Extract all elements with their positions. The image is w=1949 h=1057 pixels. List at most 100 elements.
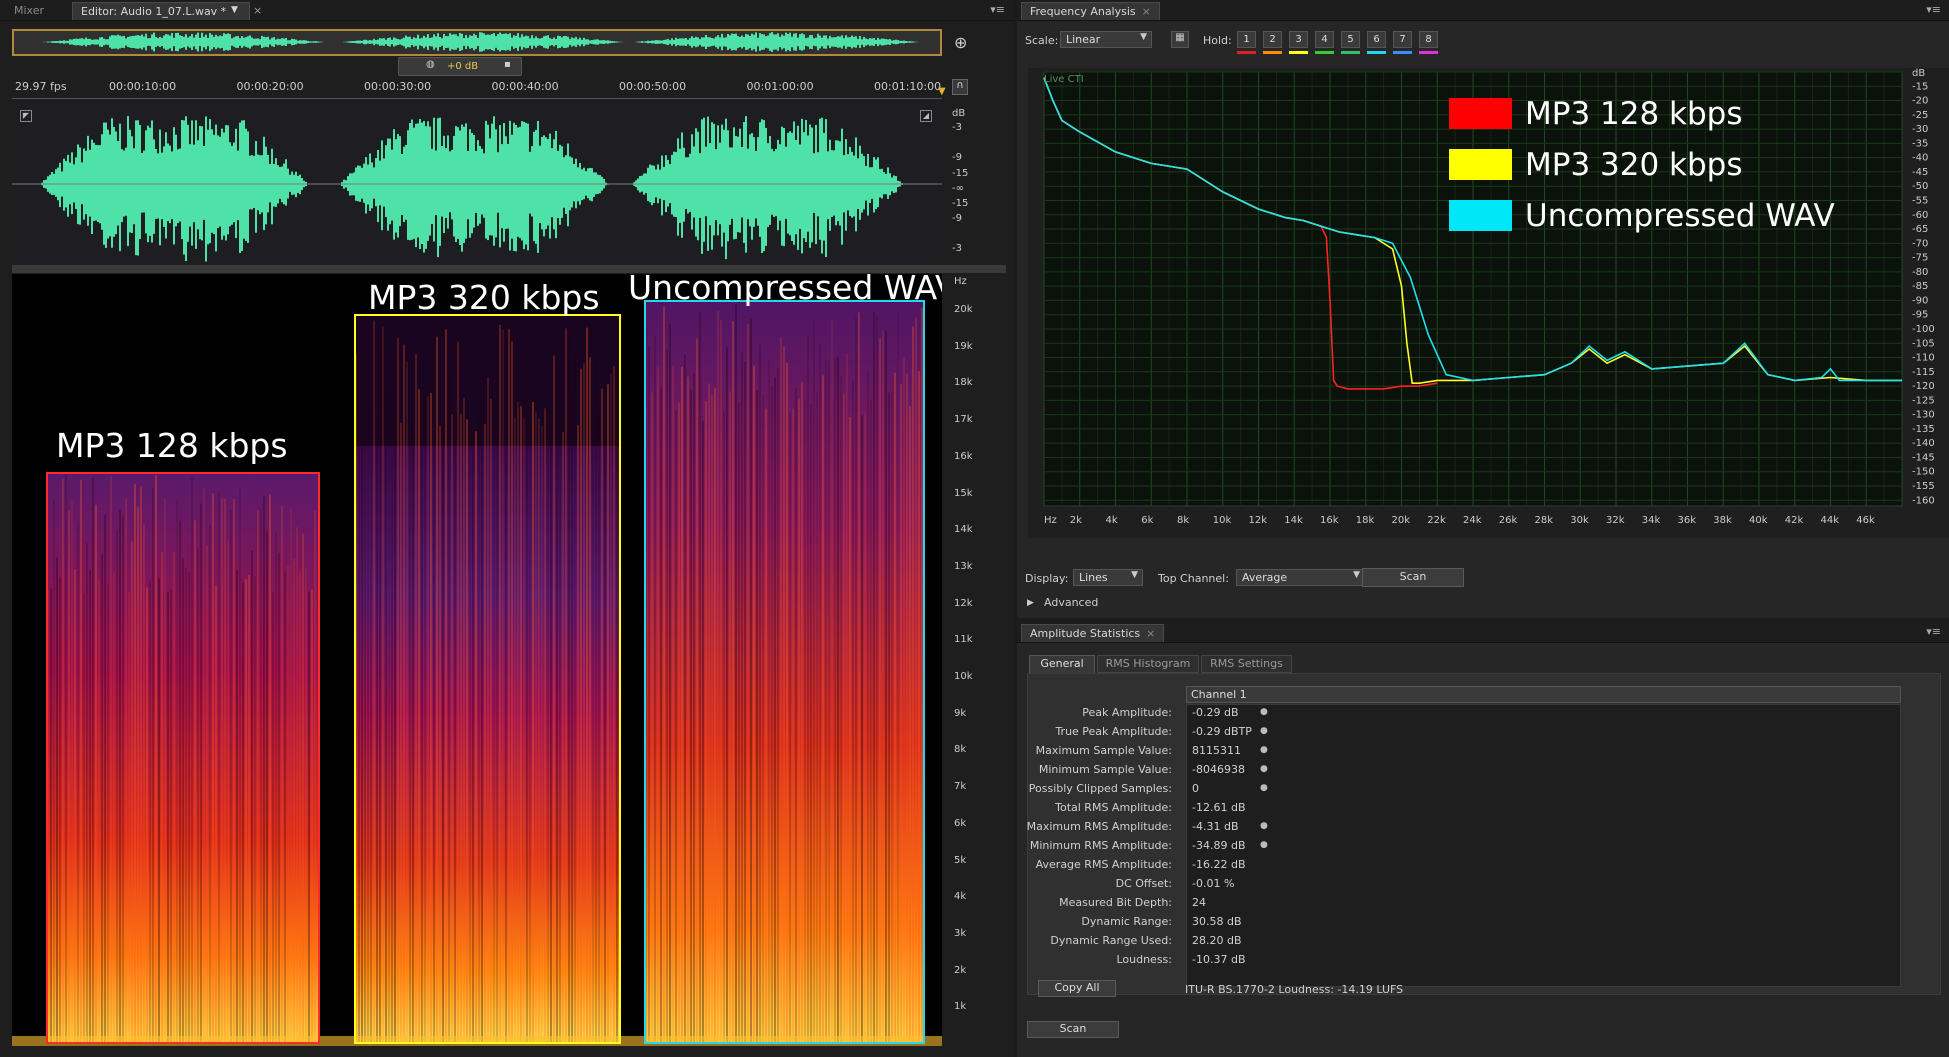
locate-pin-icon[interactable]: ●: [1260, 840, 1268, 850]
stat-value: -4.31 dB: [1192, 820, 1239, 833]
advanced-label[interactable]: Advanced: [1044, 596, 1098, 609]
hold-color-swatch: [1263, 51, 1282, 54]
db-axis-label: -120: [1912, 381, 1935, 392]
db-tick-label: -9: [952, 152, 962, 163]
region-label-wav: Uncompressed WAV: [628, 274, 942, 307]
db-axis-label: -130: [1912, 410, 1935, 421]
collapse-icon[interactable]: ◢: [920, 110, 932, 122]
locate-pin-icon[interactable]: ●: [1260, 707, 1268, 717]
locate-pin-icon[interactable]: ●: [1260, 783, 1268, 793]
db-axis-label: -105: [1912, 338, 1935, 349]
snap-icon[interactable]: ∩: [952, 79, 968, 95]
hold-button-3[interactable]: 3: [1289, 31, 1308, 48]
hz-tick-label: 17k: [954, 414, 973, 426]
split-divider[interactable]: [12, 265, 1006, 273]
knob-icon[interactable]: ◍: [426, 59, 435, 70]
stats-subtab-general[interactable]: General: [1029, 655, 1095, 673]
hz-tick-label: 19k: [954, 340, 973, 352]
db-tick-label: dB: [952, 108, 966, 119]
hz-axis-label: 10k: [1213, 515, 1232, 526]
tab-editor[interactable]: Editor: Audio 1_07.L.wav * ▼: [72, 2, 250, 20]
stats-subtab-rms-settings[interactable]: RMS Settings: [1201, 655, 1292, 673]
panel-menu-icon[interactable]: ▾≡: [990, 3, 1005, 16]
stats-scan-button[interactable]: Scan: [1027, 1021, 1119, 1038]
legend-label: MP3 128 kbps: [1525, 96, 1743, 132]
zoom-icon[interactable]: ⊕: [954, 33, 967, 52]
stat-value: -16.22 dB: [1192, 858, 1246, 871]
gain-hud[interactable]: ◍ +0 dB ▪: [398, 57, 522, 76]
hz-tick-label: 20k: [954, 304, 973, 315]
editor-panel: Mixer Editor: Audio 1_07.L.wav * ▼ × ▾≡ …: [0, 0, 1013, 1057]
locate-pin-icon[interactable]: ●: [1260, 726, 1268, 736]
tab-frequency-analysis[interactable]: Frequency Analysis ×: [1021, 2, 1160, 20]
db-axis-label: -75: [1912, 253, 1928, 264]
hold-button-2[interactable]: 2: [1263, 31, 1282, 48]
hz-axis-label: 32k: [1606, 515, 1625, 526]
close-icon[interactable]: ×: [1142, 5, 1151, 18]
waveform-view[interactable]: ◤ ◢: [12, 100, 942, 263]
hz-axis-label: 28k: [1535, 515, 1554, 526]
stat-name: True Peak Amplitude:: [1055, 725, 1172, 738]
hold-button-1[interactable]: 1: [1237, 31, 1256, 48]
advanced-toggle-icon[interactable]: ▶: [1027, 598, 1034, 608]
pin-icon[interactable]: ▪: [504, 59, 511, 70]
panel-menu-icon[interactable]: ▾≡: [1926, 625, 1941, 638]
hold-button-7[interactable]: 7: [1393, 31, 1412, 48]
stats-content: Channel 1 Peak Amplitude: -0.29 dB ● True P…: [1027, 673, 1941, 995]
panel-menu-icon[interactable]: ▾≡: [1926, 3, 1941, 16]
close-icon[interactable]: ×: [1146, 627, 1155, 640]
hold-graph-icon[interactable]: ▦: [1171, 31, 1189, 48]
hold-button-5[interactable]: 5: [1341, 31, 1360, 48]
locate-pin-icon[interactable]: ●: [1260, 821, 1268, 831]
display-label: Display:: [1025, 572, 1069, 585]
spectrogram-view[interactable]: MP3 128 kbps MP3 320 kbps Uncompressed W…: [12, 274, 942, 1046]
db-tick-label: -3: [952, 122, 962, 133]
timeline-ruler[interactable]: 29.97 fps 00:00:10:00 00:00:20:00 00:00:30…: [12, 77, 942, 99]
db-axis-label: -110: [1912, 353, 1935, 364]
freq-scan-button[interactable]: Scan: [1362, 568, 1464, 587]
chevron-down-icon: ▼: [1131, 570, 1138, 580]
scale-select[interactable]: Linear ▼: [1060, 31, 1152, 48]
hz-axis-label: 6k: [1141, 515, 1153, 526]
live-cti-label: Live CTI: [1044, 74, 1084, 85]
channel-header: Channel 1: [1186, 686, 1901, 703]
db-axis-label: -80: [1912, 267, 1928, 278]
display-value: Lines: [1079, 571, 1108, 584]
copy-all-button[interactable]: Copy All: [1038, 980, 1116, 997]
dropdown-arrow-icon[interactable]: ▼: [231, 5, 238, 15]
hold-button-4[interactable]: 4: [1315, 31, 1334, 48]
db-tick-label: -∞: [952, 183, 964, 194]
db-axis-label: -90: [1912, 295, 1928, 306]
close-icon[interactable]: ×: [253, 4, 262, 17]
db-axis-label: -55: [1912, 195, 1928, 206]
db-axis-label: -100: [1912, 324, 1935, 335]
db-axis-label: -115: [1912, 367, 1935, 378]
hold-button-8[interactable]: 8: [1419, 31, 1438, 48]
stats-subtab-rms-histogram[interactable]: RMS Histogram: [1097, 655, 1199, 673]
tab-amplitude-statistics[interactable]: Amplitude Statistics ×: [1021, 624, 1165, 642]
timecode-label: 00:01:10:00: [874, 80, 942, 93]
top-channel-select[interactable]: Average ▼: [1236, 569, 1365, 586]
gain-value: +0 dB: [447, 61, 479, 72]
timecode-label: 00:00:30:00: [364, 80, 432, 93]
hold-color-swatch: [1315, 51, 1334, 54]
locate-pin-icon[interactable]: ●: [1260, 745, 1268, 755]
timecode-label: 00:01:00:00: [746, 80, 814, 93]
hold-button-6[interactable]: 6: [1367, 31, 1386, 48]
stat-name: DC Offset:: [1115, 877, 1172, 890]
frequency-graph[interactable]: dB -15 -20 -25 -30 -35 -40 -45 -50 -55 -60 -65 -70 -7…: [1028, 68, 1949, 538]
db-axis-label: -160: [1912, 495, 1935, 506]
db-axis-label: -85: [1912, 281, 1928, 292]
overview-strip[interactable]: [12, 29, 942, 56]
locate-pin-icon[interactable]: ●: [1260, 764, 1268, 774]
hold-color-swatch: [1237, 51, 1256, 54]
tab-mixer[interactable]: Mixer: [6, 2, 52, 20]
db-axis-label: -70: [1912, 238, 1928, 249]
playhead-icon[interactable]: ▼: [938, 86, 946, 97]
overview-waveform: [43, 32, 919, 52]
amplitude-statistics-panel: Amplitude Statistics × ▾≡ General RMS His…: [1017, 622, 1949, 1057]
expand-icon[interactable]: ◤: [20, 110, 32, 122]
db-axis-label: -140: [1912, 438, 1935, 449]
timecode-label: 00:00:40:00: [491, 80, 559, 93]
display-select[interactable]: Lines ▼: [1073, 569, 1143, 586]
